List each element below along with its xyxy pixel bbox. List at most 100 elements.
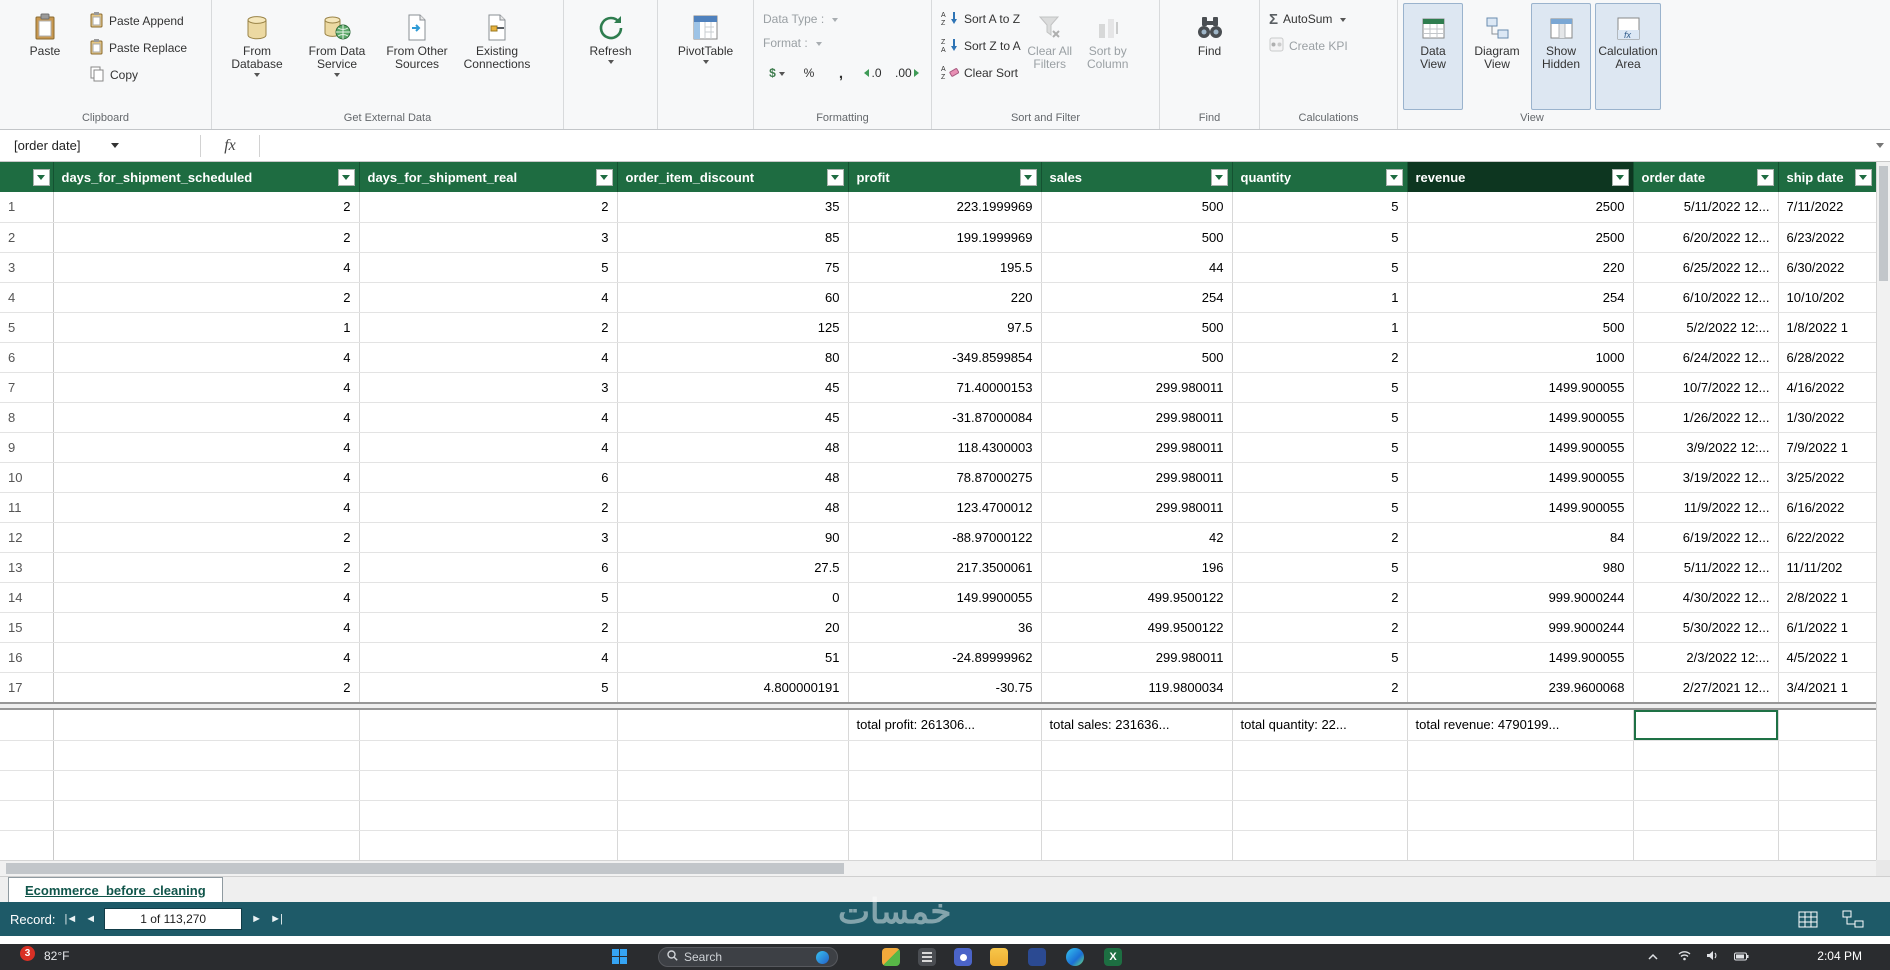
- cell[interactable]: 2: [359, 192, 618, 223]
- paste-append-button[interactable]: Paste Append: [89, 11, 187, 31]
- column-header-order-date[interactable]: order date: [1633, 162, 1779, 192]
- cell[interactable]: 239.9600068: [1407, 672, 1634, 703]
- cell[interactable]: 75: [617, 252, 849, 283]
- cell[interactable]: 4.800000191: [617, 672, 849, 703]
- thousands-separator-button[interactable]: ,: [827, 61, 855, 85]
- cell[interactable]: 196: [1041, 552, 1233, 583]
- cell[interactable]: 1000: [1407, 342, 1634, 373]
- calc-cell[interactable]: [1407, 740, 1634, 771]
- cell[interactable]: 4: [359, 642, 618, 673]
- filter-dropdown-icon[interactable]: [32, 169, 50, 186]
- cell[interactable]: 5/30/2022 12...: [1633, 612, 1779, 643]
- cell[interactable]: 299.980011: [1041, 642, 1233, 673]
- filter-dropdown-icon[interactable]: [1385, 168, 1403, 186]
- cell[interactable]: 5: [1232, 492, 1408, 523]
- filter-dropdown-icon[interactable]: [1210, 168, 1228, 186]
- weather-widget[interactable]: 82°F: [44, 949, 69, 963]
- sort-by-column-button[interactable]: Sort by Column: [1079, 3, 1137, 110]
- cell[interactable]: 51: [617, 642, 849, 673]
- cell[interactable]: 60: [617, 282, 849, 313]
- cell[interactable]: 1499.900055: [1407, 372, 1634, 403]
- cell[interactable]: 2: [53, 672, 360, 703]
- calc-cell[interactable]: [1407, 800, 1634, 831]
- cell[interactable]: 2: [1232, 672, 1408, 703]
- cell[interactable]: 11/9/2022 12...: [1633, 492, 1779, 523]
- row-number[interactable]: 6: [0, 342, 54, 373]
- cell[interactable]: 6/1/2022 1: [1778, 612, 1877, 643]
- cell[interactable]: 80: [617, 342, 849, 373]
- calc-cell[interactable]: [1232, 800, 1408, 831]
- cell[interactable]: 6/16/2022: [1778, 492, 1877, 523]
- cell[interactable]: 500: [1407, 312, 1634, 343]
- calc-cell[interactable]: [359, 830, 618, 861]
- clear-all-filters-button[interactable]: Clear All Filters: [1021, 3, 1079, 110]
- cell[interactable]: 4: [53, 372, 360, 403]
- calc-cell[interactable]: [1041, 800, 1233, 831]
- sort-a-to-z-button[interactable]: AZ Sort A to Z: [941, 9, 1021, 29]
- existing-connections-button[interactable]: Existing Connections: [457, 3, 537, 110]
- cell[interactable]: 10/10/202: [1778, 282, 1877, 313]
- cell[interactable]: 11/11/202: [1778, 552, 1877, 583]
- from-database-button[interactable]: From Database: [217, 3, 297, 110]
- cell[interactable]: 4: [53, 612, 360, 643]
- cell[interactable]: 6: [359, 552, 618, 583]
- cell[interactable]: 4/5/2022 1: [1778, 642, 1877, 673]
- cell[interactable]: 3: [359, 522, 618, 553]
- filter-dropdown-icon[interactable]: [1611, 168, 1629, 186]
- cell[interactable]: 1: [1232, 312, 1408, 343]
- cell[interactable]: 2: [1232, 522, 1408, 553]
- calc-cell[interactable]: [1232, 770, 1408, 801]
- cell[interactable]: 4: [53, 462, 360, 493]
- cell[interactable]: 217.3500061: [848, 552, 1042, 583]
- row-number[interactable]: 11: [0, 492, 54, 523]
- cell[interactable]: 2500: [1407, 222, 1634, 253]
- currency-format-button[interactable]: $: [763, 61, 791, 85]
- filter-dropdown-icon[interactable]: [595, 168, 613, 186]
- row-number[interactable]: 16: [0, 642, 54, 673]
- row-number[interactable]: 2: [0, 222, 54, 253]
- cell[interactable]: 5: [359, 582, 618, 613]
- calc-cell[interactable]: [848, 740, 1042, 771]
- from-data-service-button[interactable]: From Data Service: [297, 3, 377, 110]
- cell[interactable]: 999.9000244: [1407, 582, 1634, 613]
- calc-cell[interactable]: [617, 710, 849, 741]
- increase-decimal-button[interactable]: .00: [891, 61, 923, 85]
- measure-total-sales[interactable]: total sales: 231636...: [1041, 710, 1233, 741]
- cell[interactable]: 149.9900055: [848, 582, 1042, 613]
- cell[interactable]: 119.9800034: [1041, 672, 1233, 703]
- column-header-ship-date[interactable]: ship date: [1778, 162, 1877, 192]
- cell[interactable]: 5: [1232, 372, 1408, 403]
- cell[interactable]: 4: [53, 252, 360, 283]
- cell[interactable]: 500: [1041, 342, 1233, 373]
- previous-record-button[interactable]: ◄: [85, 913, 96, 925]
- cell[interactable]: 7/11/2022: [1778, 192, 1877, 223]
- calculation-area-splitter[interactable]: [0, 702, 1876, 710]
- cell[interactable]: 5: [1232, 462, 1408, 493]
- cell[interactable]: 6/30/2022: [1778, 252, 1877, 283]
- cell[interactable]: 4: [53, 432, 360, 463]
- cell[interactable]: 36: [848, 612, 1042, 643]
- cell[interactable]: 45: [617, 402, 849, 433]
- calc-cell[interactable]: [848, 800, 1042, 831]
- cell[interactable]: -30.75: [848, 672, 1042, 703]
- formula-input[interactable]: [260, 130, 1870, 161]
- tray-expand-icon[interactable]: [1648, 950, 1658, 964]
- cell[interactable]: 299.980011: [1041, 402, 1233, 433]
- cell[interactable]: 1499.900055: [1407, 492, 1634, 523]
- row-number[interactable]: 10: [0, 462, 54, 493]
- filter-dropdown-icon[interactable]: [1019, 168, 1037, 186]
- record-position-box[interactable]: 1 of 113,270: [104, 908, 243, 930]
- widgets-icon[interactable]: [882, 948, 900, 966]
- refresh-button[interactable]: Refresh: [571, 3, 651, 110]
- cell[interactable]: 48: [617, 462, 849, 493]
- create-kpi-button[interactable]: Create KPI: [1269, 36, 1348, 56]
- cell[interactable]: 4: [53, 342, 360, 373]
- next-record-button[interactable]: ►: [251, 913, 262, 925]
- cell[interactable]: 6: [359, 462, 618, 493]
- column-header-days-for-shipment-real[interactable]: days_for_shipment_real: [359, 162, 618, 192]
- cell[interactable]: 5/11/2022 12...: [1633, 552, 1779, 583]
- calc-cell[interactable]: [1778, 770, 1877, 801]
- calc-cell[interactable]: [617, 830, 849, 861]
- battery-icon[interactable]: [1734, 950, 1749, 964]
- calc-cell[interactable]: [617, 800, 849, 831]
